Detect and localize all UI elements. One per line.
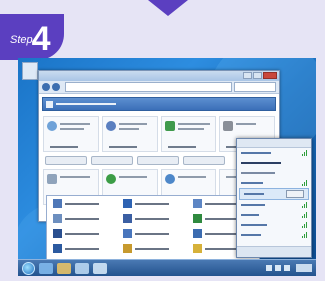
taskbar-app-network[interactable] — [93, 262, 107, 274]
view-button[interactable] — [183, 156, 225, 165]
start-orb-icon[interactable] — [22, 261, 35, 275]
network-item[interactable] — [237, 158, 311, 168]
network-group-header — [237, 168, 311, 178]
window-titlebar[interactable] — [39, 71, 279, 81]
control-panel-list — [46, 195, 260, 267]
list-item[interactable] — [123, 199, 183, 208]
back-icon[interactable] — [42, 83, 50, 91]
wifi-signal-icon — [302, 222, 307, 228]
wifi-signal-icon — [302, 232, 307, 238]
wifi-signal-icon — [302, 180, 307, 186]
list-item[interactable] — [123, 214, 183, 223]
wireless-network-popup — [236, 138, 312, 258]
taskbar-app-media[interactable] — [75, 262, 89, 274]
list-item[interactable] — [123, 229, 183, 238]
step-badge: Step 4 — [0, 14, 64, 60]
wifi-signal-icon — [302, 202, 307, 208]
network-item[interactable] — [237, 220, 311, 230]
taskbar — [18, 259, 316, 276]
tile-connections[interactable] — [160, 116, 217, 152]
network-item[interactable] — [237, 178, 311, 188]
minimize-icon[interactable] — [243, 72, 252, 79]
tile-computer[interactable] — [43, 116, 99, 152]
maximize-icon[interactable] — [253, 72, 262, 79]
step-number: 4 — [31, 20, 51, 58]
view-button[interactable] — [91, 156, 133, 165]
close-icon[interactable] — [263, 72, 277, 79]
list-item[interactable] — [53, 214, 113, 223]
view-button[interactable] — [137, 156, 179, 165]
section-icon — [46, 100, 53, 108]
search-input[interactable] — [234, 82, 276, 92]
list-item[interactable] — [123, 244, 183, 253]
step-card: Step 4 — [0, 0, 325, 281]
network-item[interactable] — [237, 200, 311, 210]
wifi-signal-icon — [302, 150, 307, 156]
volume-icon[interactable] — [284, 265, 290, 271]
network-item[interactable] — [237, 230, 311, 240]
address-field[interactable] — [65, 82, 232, 92]
network-item[interactable] — [237, 210, 311, 220]
step-label: Step — [10, 34, 33, 46]
connect-button[interactable] — [286, 190, 304, 198]
open-network-center-link[interactable] — [237, 246, 311, 257]
wifi-tray-icon[interactable] — [275, 265, 281, 271]
view-button[interactable] — [45, 156, 87, 165]
desktop-screenshot — [18, 58, 316, 276]
section-header — [42, 97, 276, 111]
address-bar — [39, 81, 279, 94]
taskbar-app-explorer[interactable] — [57, 262, 71, 274]
taskbar-app-ie[interactable] — [39, 262, 53, 274]
tray-icon[interactable] — [266, 265, 272, 271]
clock[interactable] — [296, 264, 312, 272]
list-item[interactable] — [53, 199, 113, 208]
wifi-signal-icon — [302, 212, 307, 218]
network-item-selected[interactable] — [239, 188, 309, 200]
network-item[interactable] — [237, 148, 311, 158]
tile-network[interactable] — [101, 116, 158, 152]
list-item[interactable] — [53, 244, 113, 253]
recycle-bin-icon[interactable] — [22, 62, 38, 80]
system-tray — [266, 264, 312, 272]
list-item[interactable] — [53, 229, 113, 238]
popup-title — [237, 139, 311, 148]
forward-icon[interactable] — [52, 83, 60, 91]
down-arrow-icon — [148, 0, 188, 16]
